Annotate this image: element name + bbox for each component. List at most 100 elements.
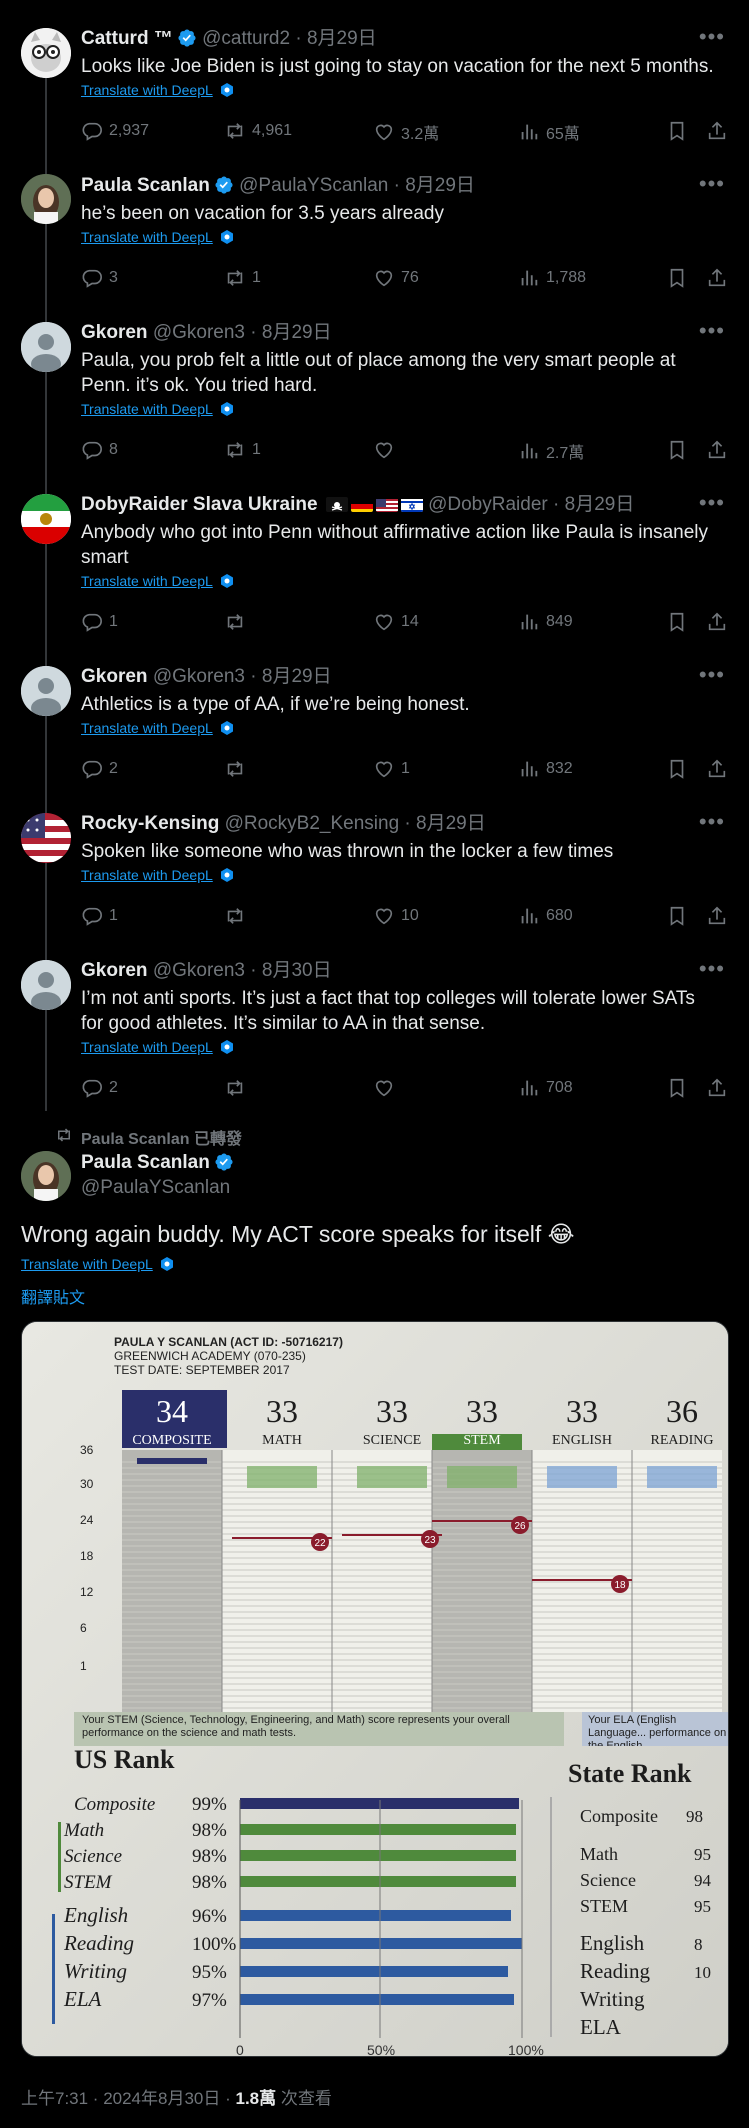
retweet-label[interactable]: Paula Scanlan 已轉發 [58,1125,242,1149]
share-button[interactable] [706,439,728,461]
author-name[interactable]: Paula Scanlan [81,175,210,196]
repost-button[interactable]: 1 [224,267,261,289]
author-handle[interactable]: @Gkoren3 [153,960,245,981]
bookmark-button[interactable] [666,1077,688,1099]
repost-button[interactable] [224,1077,252,1099]
share-button[interactable] [706,120,728,142]
repost-button[interactable]: 4,961 [224,120,292,142]
views-button[interactable]: 1,788 [518,267,586,289]
views-button[interactable]: 832 [518,758,573,780]
reply-button[interactable]: 1 [81,611,118,633]
like-button[interactable] [373,439,401,461]
post-image[interactable]: PAULA Y SCANLAN (ACT ID: -50716217) GREE… [21,1321,729,2057]
share-button[interactable] [706,611,728,633]
share-button[interactable] [706,267,728,289]
score-value: 33 [466,1393,498,1429]
more-options-icon[interactable]: ••• [699,490,725,516]
avatar[interactable] [21,494,71,544]
views-button[interactable]: 2.7萬 [518,439,584,463]
translate-link[interactable]: Translate with DeepL [81,82,213,98]
like-button[interactable]: 76 [373,267,419,289]
author-name[interactable]: Paula Scanlan [81,1152,210,1173]
bookmark-button[interactable] [666,120,688,142]
like-button[interactable]: 3.2萬 [373,120,439,144]
like-button[interactable]: 10 [373,905,419,927]
post-date[interactable]: 8月29日 [416,813,486,834]
views-button[interactable]: 65萬 [518,120,580,144]
author-name[interactable]: Rocky-Kensing [81,813,219,834]
translate-post-link[interactable]: 翻譯貼文 [21,1284,85,1308]
avatar[interactable] [21,666,71,716]
post-date[interactable]: 8月30日 [262,960,332,981]
author-handle[interactable]: @catturd2 [202,28,290,49]
avatar[interactable] [21,322,71,372]
share-button[interactable] [706,905,728,927]
more-options-icon[interactable]: ••• [699,24,725,50]
translate-link[interactable]: Translate with DeepL [81,1039,213,1055]
like-button[interactable]: 1 [373,758,410,780]
repost-count: 1 [252,269,261,286]
post-date[interactable]: 8月29日 [262,666,332,687]
repost-button[interactable] [224,905,252,927]
author-name[interactable]: Gkoren [81,666,148,687]
views-button[interactable]: 680 [518,905,573,927]
reply-button[interactable]: 2 [81,1077,118,1099]
more-options-icon[interactable]: ••• [699,318,725,344]
share-button[interactable] [706,758,728,780]
share-icon [708,121,726,140]
repost-button[interactable] [224,611,252,633]
author-handle[interactable]: @PaulaYScanlan [81,1176,230,1200]
avatar[interactable] [21,174,71,224]
translate-link[interactable]: Translate with DeepL [81,401,213,417]
reply-button[interactable]: 2,937 [81,120,149,142]
bookmark-button[interactable] [666,758,688,780]
repost-button[interactable]: 1 [224,439,261,461]
repost-button[interactable] [224,758,252,780]
more-options-icon[interactable]: ••• [699,662,725,688]
avatar[interactable] [21,1151,71,1201]
like-button[interactable] [373,1077,401,1099]
reply-button[interactable]: 8 [81,439,118,461]
translate-link[interactable]: Translate with DeepL [21,1256,153,1272]
author-handle[interactable]: @PaulaYScanlan [239,175,388,196]
translate-link[interactable]: Translate with DeepL [81,867,213,883]
like-button[interactable]: 14 [373,611,419,633]
us-rank-value: 95% [192,1962,227,1983]
more-options-icon[interactable]: ••• [699,956,725,982]
author-handle[interactable]: @Gkoren3 [153,666,245,687]
post-time[interactable]: 上午7:31 · 2024年8月30日 · [21,2089,235,2108]
avatar[interactable] [21,813,71,863]
more-options-icon[interactable]: ••• [699,809,725,835]
avatar[interactable] [21,960,71,1010]
post-date[interactable]: 8月29日 [405,175,475,196]
author-name[interactable]: Gkoren [81,322,148,343]
views-button[interactable]: 849 [518,611,573,633]
bookmark-button[interactable] [666,905,688,927]
report-school-line: GREENWICH ACADEMY (070-235) [114,1349,306,1363]
post-date[interactable]: 8月29日 [307,28,377,49]
author-name[interactable]: Gkoren [81,960,148,981]
views-button[interactable]: 708 [518,1077,573,1099]
post-date[interactable]: 8月29日 [565,494,635,515]
reply-button[interactable]: 1 [81,905,118,927]
author-name[interactable]: DobyRaider Slava Ukraine [81,494,318,515]
share-button[interactable] [706,1077,728,1099]
author-handle[interactable]: @Gkoren3 [153,322,245,343]
bookmark-button[interactable] [666,439,688,461]
avatar[interactable] [21,28,71,78]
bookmark-button[interactable] [666,611,688,633]
reply-button[interactable]: 2 [81,758,118,780]
more-options-icon[interactable]: ••• [699,171,725,197]
author-name[interactable]: Catturd ™ [81,28,173,49]
reply-text-line: Penn. it’s ok. You tried hard. [81,375,318,396]
us-rank-label: Science [64,1846,122,1867]
translate-link[interactable]: Translate with DeepL [81,720,213,736]
bookmark-button[interactable] [666,267,688,289]
translate-link[interactable]: Translate with DeepL [81,229,213,245]
like-count: 76 [401,269,419,286]
post-date[interactable]: 8月29日 [262,322,332,343]
author-handle[interactable]: @RockyB2_Kensing [225,813,400,834]
author-handle[interactable]: @DobyRaider [428,494,548,515]
translate-link[interactable]: Translate with DeepL [81,573,213,589]
reply-button[interactable]: 3 [81,267,118,289]
